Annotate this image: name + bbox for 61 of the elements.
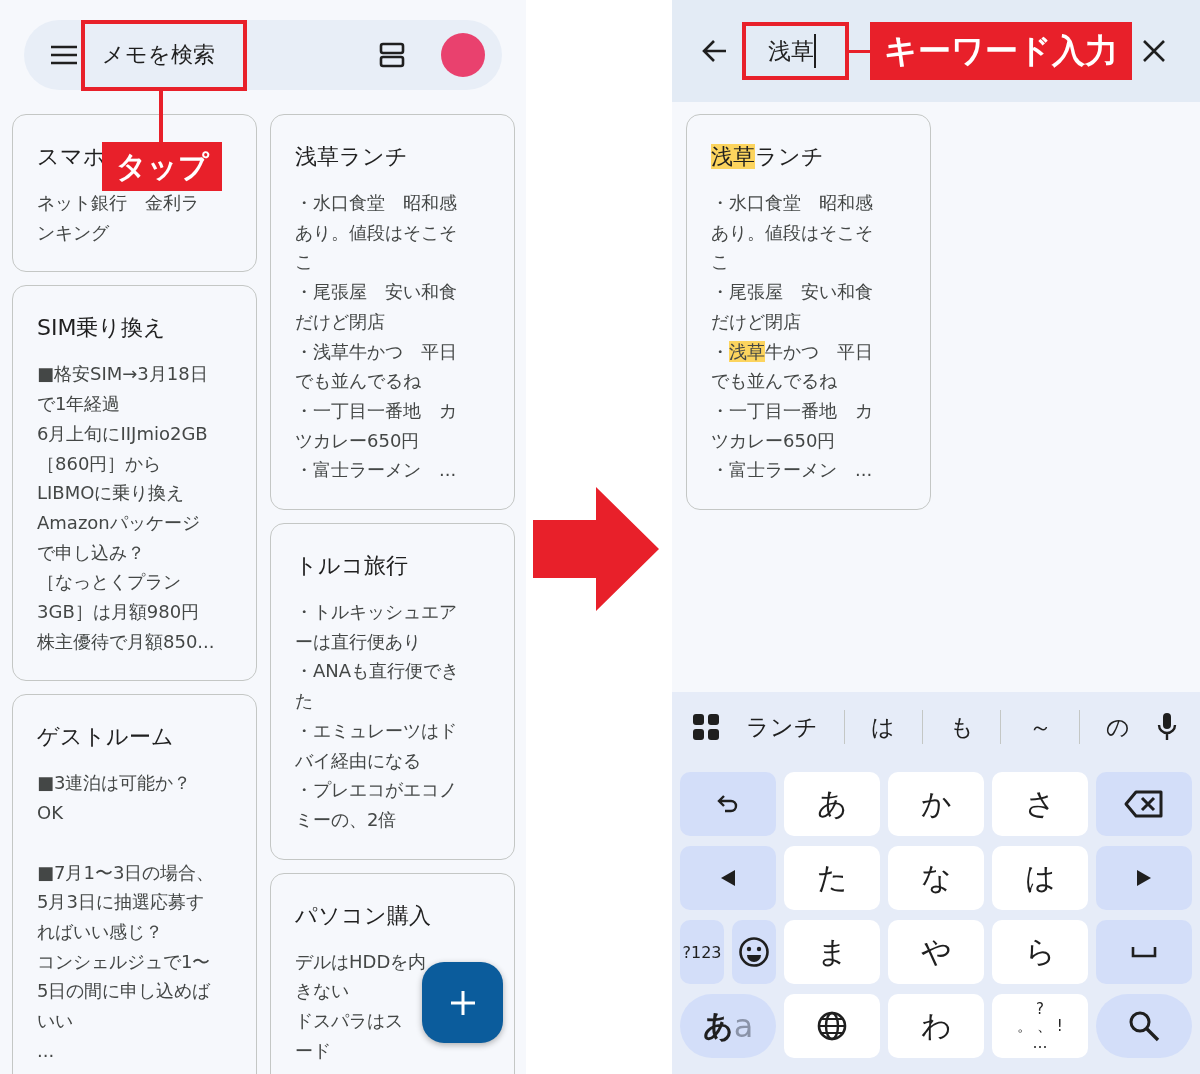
left-triangle-icon (721, 870, 735, 886)
key[interactable]: か (888, 772, 984, 836)
smiley-icon (738, 936, 770, 968)
menu-icon[interactable] (50, 45, 78, 65)
suggestion[interactable]: の (1079, 705, 1158, 749)
note-body: ・トルキッシュエア ーは直行便あり ・ANAも直行便でき た ・エミュレーツはド バイ経由になる ・プレエコがエコノ ミーの、2倍 (295, 600, 460, 832)
globe-icon (817, 1011, 847, 1041)
note-body: ・水口食堂 昭和感 あり。値段はそこそ こ ・尾張屋 安い和食 だけど閉店 ・浅草牛かつ 平日 でも並んでるね ・一丁目一番地 カ ツカレー650円 ・富士ラーメン ... (295, 191, 457, 483)
punctuation-key[interactable]: ? 。 、 ! … (992, 994, 1088, 1058)
right-triangle-icon (1137, 870, 1151, 886)
key[interactable]: あ (784, 772, 880, 836)
microphone-icon[interactable] (1157, 712, 1178, 742)
note-title: 浅草ランチ (295, 143, 408, 171)
language-key[interactable] (784, 994, 880, 1058)
note-body: ■3連泊は可能か？ OK (37, 771, 192, 826)
note-card[interactable]: SIM乗り換え ■格安SIM→3月18日 で1年経過 6月上旬にIIJmio2GB ［860円］から LIBMOに乗り換え Amazonパッケージ で申し込み？ ［なっとくプラン 3GB］は月額980円 株主優待で月額850... (12, 285, 257, 682)
annotation-label: キーワード入力 (870, 22, 1132, 80)
key[interactable]: わ (888, 994, 984, 1058)
note-body: ・水口食堂 昭和感 あり。値段はそこそ こ ・尾張屋 安い和食 だけど閉店 ・浅草牛かつ 平日 でも並んでるね ・一丁目一番地 カ ツカレー650円 ・富士ラーメン ... (711, 191, 873, 483)
leader-line (849, 49, 870, 53)
suggestion[interactable]: も (923, 705, 1001, 749)
note-title: SIM乗り換え (37, 314, 167, 343)
space-icon (1131, 946, 1157, 958)
apps-icon[interactable] (692, 713, 720, 741)
note-card[interactable]: トルコ旅行 ・トルキッシュエア ーは直行便あり ・ANAも直行便でき た ・エミュレーツはド バイ経由になる ・プレエコがエコノ ミーの、2倍 (270, 523, 515, 860)
note-title: トルコ旅行 (295, 552, 408, 581)
note-card[interactable]: 浅草ランチ ・水口食堂 昭和感 あり。値段はそこそ こ ・尾張屋 安い和食 だけど閉店 ・浅草牛かつ 平日 でも並んでるね ・一丁目一番地 カ ツカレー650円 ・富士ラーメン ... (686, 114, 931, 511)
note-title: ゲストルーム (37, 723, 174, 752)
suggestion[interactable]: ～ (1001, 705, 1079, 749)
note-body: ネット銀行 金利ラ ンキング (37, 191, 199, 245)
key[interactable]: は (992, 846, 1088, 910)
note-card[interactable]: ゲストルーム ■3連泊は可能か？ OK ■7月1〜3日の場合、 5月3日に抽選応募す ればいい感じ？ コンシェルジュで1〜 5日の間に申し込めば いい ... (12, 694, 257, 1074)
suggestion[interactable]: ランチ (720, 705, 844, 749)
emoji-key[interactable] (732, 920, 776, 984)
layout-icon[interactable] (379, 42, 405, 68)
suggestion[interactable]: は (844, 705, 923, 749)
annotation-label: タップ (102, 142, 222, 191)
search-placeholder[interactable]: メモを検索 (102, 40, 215, 70)
close-icon[interactable] (1142, 39, 1166, 63)
avatar[interactable] (441, 33, 485, 77)
note-title: パソコン購入 (295, 901, 431, 930)
backspace-icon (1124, 789, 1164, 819)
search-field[interactable]: 浅草 (742, 22, 849, 80)
input-mode-key[interactable]: あa (680, 994, 776, 1058)
key[interactable]: ま (784, 920, 880, 984)
note-body: ■格安SIM→3月18日 で1年経過 6月上旬にIIJmio2GB ［860円］から LIBMOに乗り換え Amazonパッケージ で申し込み？ ［なっとくプラン 3GB］は月額980円 株主優待で月額850... (37, 362, 215, 654)
key[interactable]: さ (992, 772, 1088, 836)
note-body: デルはHDDを内 きない ドスパラはス ード (295, 949, 427, 1063)
key[interactable]: た (784, 846, 880, 910)
note-body: ■7月1〜3日の場合、 5月3日に抽選応募す ればいい感じ？ コンシェルジュで1〜 5日の間に申し込めば いい ... (37, 860, 215, 1063)
key[interactable]: や (888, 920, 984, 984)
note-card[interactable]: 浅草ランチ ・水口食堂 昭和感 あり。値段はそこそ こ ・尾張屋 安い和食 だけど閉店 ・浅草牛かつ 平日 でも並んでるね ・一丁目一番地 カ ツカレー650円 ・富士ラーメン ... (270, 114, 515, 511)
key[interactable]: な (888, 846, 984, 910)
arrow-icon (533, 487, 659, 611)
back-icon[interactable] (702, 39, 728, 63)
note-title: 浅草ランチ (711, 143, 824, 171)
key[interactable]: ら (992, 920, 1088, 984)
backspace-key[interactable] (1096, 772, 1192, 836)
search-bar[interactable]: メモを検索 (24, 20, 502, 90)
search-icon (1128, 1010, 1160, 1042)
symbols-key[interactable]: ?123 (680, 920, 724, 984)
